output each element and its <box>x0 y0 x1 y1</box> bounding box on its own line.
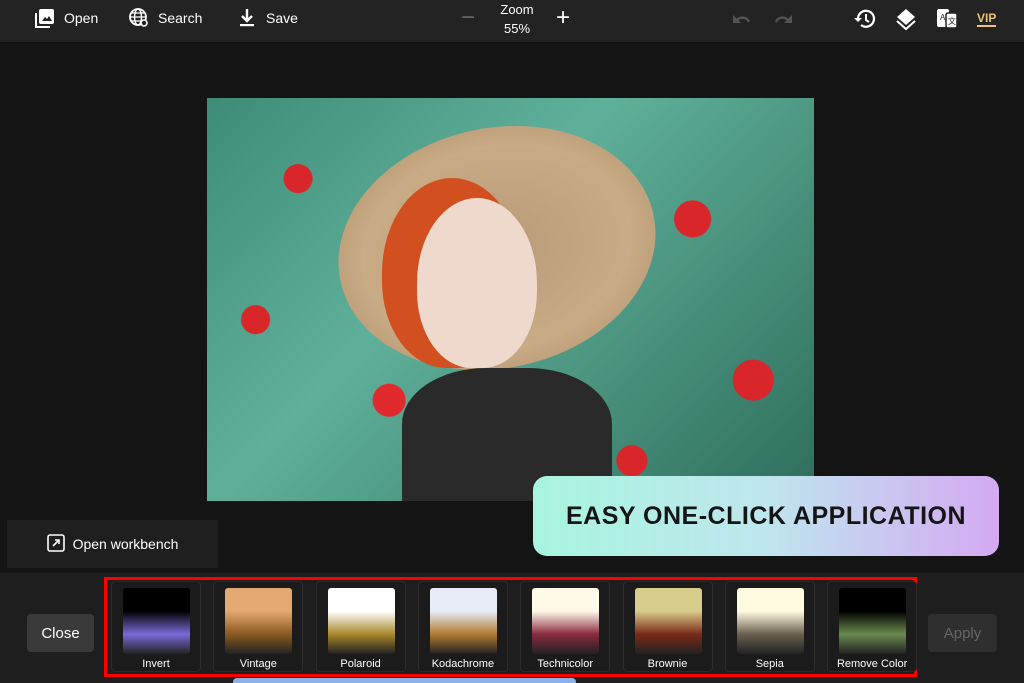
top-toolbar: Open Search Save − Zoom 55% + A文 VIP <box>0 0 1024 43</box>
download-icon <box>236 7 258 29</box>
layers-icon <box>896 9 916 31</box>
filter-label: Vintage <box>239 658 277 670</box>
scroll-indicator[interactable] <box>233 678 576 683</box>
apply-button[interactable]: Apply <box>928 614 997 652</box>
undo-button[interactable] <box>731 10 753 33</box>
layers-button[interactable] <box>895 7 917 36</box>
filter-label: Polaroid <box>340 658 381 670</box>
filter-thumbnail <box>327 588 395 654</box>
filter-invert[interactable]: Invert <box>111 581 201 672</box>
zoom-display: Zoom 55% <box>494 0 540 38</box>
save-label: Save <box>266 10 298 26</box>
filter-thumbnail <box>736 588 804 654</box>
filter-label: Kodachrome <box>431 658 495 670</box>
image-icon <box>34 7 56 29</box>
filter-label: Brownie <box>647 658 688 670</box>
filter-label: Technicolor <box>537 658 593 670</box>
vip-badge[interactable]: VIP <box>977 11 997 27</box>
filter-polaroid[interactable]: Polaroid <box>315 581 406 672</box>
search-button[interactable]: Search <box>128 7 202 29</box>
zoom-in-button[interactable]: + <box>556 6 570 30</box>
expand-icon <box>46 533 65 555</box>
filter-brownie[interactable]: Brownie <box>622 581 713 672</box>
redo-icon <box>774 15 792 23</box>
svg-text:A: A <box>940 13 946 22</box>
zoom-label: Zoom <box>500 2 534 17</box>
history-icon <box>854 9 876 28</box>
svg-text:文: 文 <box>948 16 956 26</box>
translate-button[interactable]: A文 <box>936 8 958 35</box>
open-button[interactable]: Open <box>34 7 98 29</box>
filter-thumbnail <box>225 588 293 654</box>
filter-vintage[interactable]: Vintage <box>213 581 304 672</box>
history-button[interactable] <box>853 7 877 36</box>
filter-remove-color[interactable]: Remove Color <box>827 581 918 672</box>
save-button[interactable]: Save <box>236 7 298 29</box>
filter-technicolor[interactable]: Technicolor <box>520 581 611 672</box>
filter-kodachrome[interactable]: Kodachrome <box>417 581 508 672</box>
photo-face <box>417 198 537 368</box>
open-workbench-button[interactable]: Open workbench <box>7 520 218 568</box>
redo-button[interactable] <box>772 10 794 33</box>
filter-label: Invert <box>142 658 170 670</box>
edited-photo <box>207 98 814 501</box>
undo-icon <box>733 15 751 23</box>
filter-thumbnail <box>429 588 497 654</box>
open-label: Open <box>64 10 99 26</box>
filter-thumbnail <box>532 588 600 654</box>
filter-thumbnail <box>634 588 702 654</box>
filter-label: Sepia <box>755 658 784 670</box>
filter-thumbnail <box>123 588 190 654</box>
filter-sepia[interactable]: Sepia <box>724 581 815 672</box>
zoom-out-button[interactable]: − <box>461 6 475 30</box>
filter-thumbnail <box>839 588 907 654</box>
translate-icon: A文 <box>937 9 958 29</box>
zoom-value: 55% <box>503 21 531 36</box>
globe-search-icon <box>128 7 150 29</box>
open-workbench-label: Open workbench <box>72 536 179 552</box>
promo-banner: EASY ONE-CLICK APPLICATION <box>533 476 999 556</box>
search-label: Search <box>158 10 203 26</box>
close-button[interactable]: Close <box>27 614 94 652</box>
filter-label: Remove Color <box>836 658 908 670</box>
